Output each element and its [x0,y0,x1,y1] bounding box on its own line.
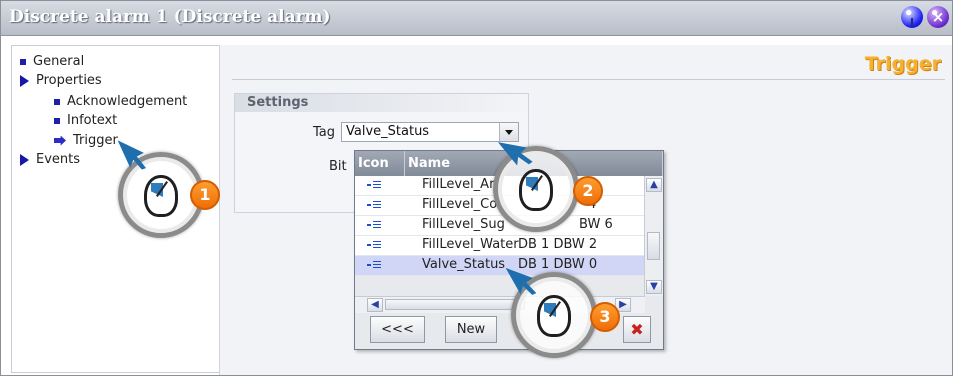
horizontal-scroll-thumb[interactable] [385,299,525,310]
new-button[interactable]: New [445,316,497,343]
tag-address-cell: DB 1 DBW 2 [518,237,598,252]
sidebar-item-label: Properties [36,73,102,88]
title-bar: Discrete alarm 1 (Discrete alarm) × [1,1,952,36]
table-row[interactable]: FillLevel_Sug BW 6 [355,216,645,236]
tag-icon [367,241,381,249]
vertical-scrollbar[interactable]: ▲ ▼ [644,176,663,296]
sidebar-item-label: Trigger [73,133,118,148]
tag-icon [367,181,381,189]
expand-arrow-icon [20,74,29,87]
square-bullet-icon [54,117,60,124]
sidebar-item-label: Events [36,152,81,167]
sidebar-item-label: Infotext [67,113,118,128]
chevron-down-icon[interactable] [499,123,518,141]
sidebar-item-label: General [33,54,85,69]
window-title: Discrete alarm 1 (Discrete alarm) [9,7,331,27]
tag-value: Valve_Status [346,124,430,139]
sidebar-item-acknowledgement[interactable]: Acknowledgement [54,94,187,109]
vertical-scroll-thumb[interactable] [647,232,660,260]
tag-address-cell: DB 1 DBW 0 [518,257,598,272]
step-badge-2: 2 [573,176,603,206]
mouse-icon [519,169,553,211]
help-icon[interactable] [901,6,923,28]
close-icon[interactable]: × [927,6,949,28]
scroll-up-icon[interactable]: ▲ [646,178,662,192]
sidebar-item-trigger[interactable]: Trigger [54,133,118,148]
expand-arrow-icon [20,153,29,166]
tag-label: Tag [313,125,336,140]
tag-address-cell: BW 6 [579,217,613,232]
sidebar-item-events[interactable]: Events [20,152,80,167]
sidebar-item-properties[interactable]: Properties [20,73,102,88]
scroll-down-icon[interactable]: ▼ [646,280,662,294]
section-title: Trigger [864,53,941,75]
settings-title: Settings [235,94,528,112]
bit-label: Bit [329,159,347,174]
sidebar-item-label: Acknowledgement [67,94,188,109]
discrete-alarm-window: Discrete alarm 1 (Discrete alarm) × Gene… [0,0,953,376]
step-badge-1: 1 [190,180,220,210]
sidebar-item-infotext[interactable]: Infotext [54,113,117,128]
tag-icon [367,261,381,269]
mouse-icon [144,175,178,217]
mouse-click-callout-2: 2 [493,146,603,232]
cancel-button[interactable]: ✖ [623,316,651,343]
square-bullet-icon [20,58,26,65]
table-row[interactable]: FillLevel_Water DB 1 DBW 2 [355,236,645,256]
icon-column-header: Icon [355,151,405,176]
square-bullet-icon [54,98,60,105]
tag-name-cell: FillLevel_Sug [422,217,505,232]
scroll-left-icon[interactable]: ◀ [367,298,383,312]
tag-dropdown[interactable]: Valve_Status [341,122,519,142]
tag-icon [367,201,381,209]
sidebar-item-general[interactable]: General [20,54,84,69]
tag-name-cell: FillLevel_Water [422,237,519,252]
mouse-icon [537,295,571,337]
back-button[interactable]: <<< [370,316,425,343]
selected-table-row[interactable]: Valve_Status DB 1 DBW 0 [355,256,645,276]
step-badge-3: 3 [590,302,620,332]
tag-icon [367,221,381,229]
selected-arrow-icon [54,135,66,146]
section-divider [232,79,945,80]
